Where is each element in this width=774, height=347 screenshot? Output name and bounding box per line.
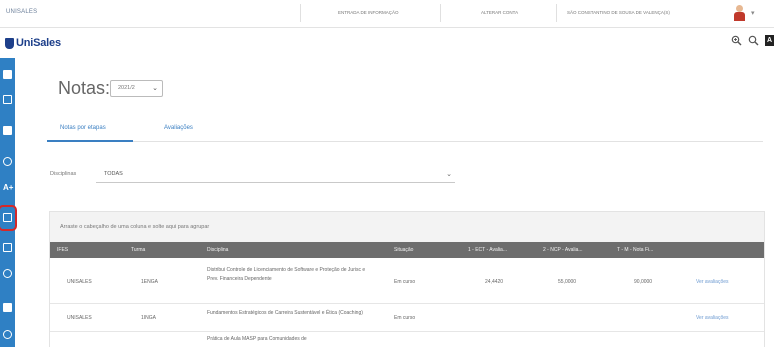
- monitor-icon: [3, 95, 12, 104]
- settings-icon: [3, 330, 12, 339]
- discipline-select[interactable]: TODAS ⌄: [96, 165, 455, 183]
- grades-icon: A+: [3, 183, 14, 192]
- cell-turma: 1INGA: [141, 315, 157, 321]
- period-select[interactable]: 2021/2 ⌄: [110, 80, 163, 97]
- cell-situacao: Em curso: [394, 315, 416, 321]
- top-bar: UNISALES ENTRADA DE INFORMAÇÃO ALTERAR C…: [0, 0, 774, 28]
- column-header-ifes[interactable]: IFES: [57, 247, 68, 253]
- change-account-link[interactable]: ALTERAR CONTA: [481, 10, 518, 15]
- document-icon: [3, 243, 12, 252]
- column-header-situacao[interactable]: Situação: [394, 247, 413, 253]
- active-tab-indicator: [47, 140, 133, 142]
- folder-icon: [3, 213, 12, 222]
- grades-grid: Arraste o cabeçalho de uma coluna e solt…: [49, 211, 765, 347]
- tab-notas-por-etapas[interactable]: Notas por etapas: [60, 125, 106, 131]
- sidebar: A+: [0, 58, 17, 347]
- avatar[interactable]: [734, 5, 745, 21]
- grid-header: IFES Turma Disciplina Situação 1 - ECT -…: [50, 242, 764, 258]
- chevron-down-icon: ⌄: [446, 171, 452, 178]
- cell-nota-final: 90,0000: [634, 279, 653, 285]
- tab-bar: Notas por etapas Avaliações: [47, 118, 763, 142]
- cell-ifes: UNISALES: [67, 279, 92, 285]
- accessibility-badge[interactable]: A: [765, 35, 774, 46]
- grid-icon: [3, 70, 12, 79]
- cell-disciplina: Prática de Aula MASP para Comunidades de: [207, 336, 307, 342]
- clock-icon: [3, 157, 12, 166]
- topbar-divider: [556, 4, 557, 22]
- info-entry-link[interactable]: ENTRADA DE INFORMAÇÃO: [338, 10, 399, 15]
- cell-disciplina: Fundamentos Estratégicos de Carreira Sus…: [207, 310, 363, 316]
- column-header-disciplina[interactable]: Disciplina: [207, 247, 228, 253]
- brand-logo[interactable]: UniSales: [5, 36, 61, 50]
- table-row: UNISALES 1INGA Fundamentos Estratégicos …: [50, 304, 764, 332]
- avatar-head: [736, 5, 743, 12]
- sidebar-item-dashboard[interactable]: [0, 64, 15, 86]
- group-drop-panel[interactable]: Arraste o cabeçalho de uma coluna e solt…: [50, 212, 764, 242]
- discipline-value: TODAS: [104, 171, 123, 177]
- cell-turma: 1ENGA: [141, 279, 158, 285]
- book-icon: [3, 303, 12, 312]
- search-icon[interactable]: [748, 35, 759, 46]
- sidebar-item-calendar[interactable]: [0, 120, 15, 142]
- topbar-divider: [440, 4, 441, 22]
- tab-avaliacoes[interactable]: Avaliações: [164, 125, 193, 131]
- calendar-icon: [3, 126, 12, 135]
- sidebar-item-grades[interactable]: A+: [0, 177, 15, 199]
- group-hint: Arraste o cabeçalho de uma coluna e solt…: [60, 224, 210, 230]
- table-row: Prática de Aula MASP para Comunidades de: [50, 332, 764, 347]
- column-header-turma[interactable]: Turma: [131, 247, 145, 253]
- sidebar-item-clock[interactable]: [0, 151, 15, 173]
- sidebar-item-book[interactable]: [0, 297, 15, 319]
- avatar-body: [734, 12, 745, 21]
- sidebar-item-monitor[interactable]: [0, 89, 15, 111]
- cell-disciplina: Distribui Controle de Licenciamento de S…: [207, 267, 366, 282]
- zoom-in-icon[interactable]: [731, 35, 742, 46]
- user-name[interactable]: SÃO CONSTANTINO DE SOUSA DE VALENÇA(S): [567, 10, 670, 15]
- cell-nota-1: 24,4420: [485, 279, 504, 285]
- cell-ifes: UNISALES: [67, 315, 92, 321]
- column-header-nota-1[interactable]: 1 - ECT - Avalia...: [468, 247, 507, 253]
- sidebar-item-document[interactable]: [0, 237, 15, 259]
- location-icon: [3, 269, 12, 278]
- cell-nota-2: 55,0000: [558, 279, 577, 285]
- sidebar-item-folder[interactable]: [0, 205, 17, 231]
- chevron-down-icon: ⌄: [152, 85, 158, 92]
- column-header-nota-final[interactable]: T - M - Nota Fi...: [617, 247, 653, 253]
- period-value: 2021/2: [118, 85, 135, 91]
- sidebar-item-location[interactable]: [0, 263, 15, 285]
- institution-label: UNISALES: [6, 9, 38, 15]
- view-evaluations-link[interactable]: Ver avaliações: [696, 315, 729, 321]
- discipline-label: Disciplinas: [50, 171, 77, 177]
- page-title: Notas:: [58, 78, 111, 98]
- sidebar-item-settings[interactable]: [0, 324, 15, 346]
- cell-situacao: Em curso: [394, 279, 416, 285]
- brand-name: UniSales: [16, 37, 61, 49]
- topbar-divider: [300, 4, 301, 22]
- table-row: UNISALES 1ENGA Distribui Controle de Lic…: [50, 258, 764, 304]
- view-evaluations-link[interactable]: Ver avaliações: [696, 279, 729, 285]
- logo-shield-icon: [5, 37, 14, 49]
- user-menu-caret-icon[interactable]: ▾: [751, 9, 755, 17]
- column-header-nota-2[interactable]: 2 - NCP - Avalia...: [543, 247, 583, 253]
